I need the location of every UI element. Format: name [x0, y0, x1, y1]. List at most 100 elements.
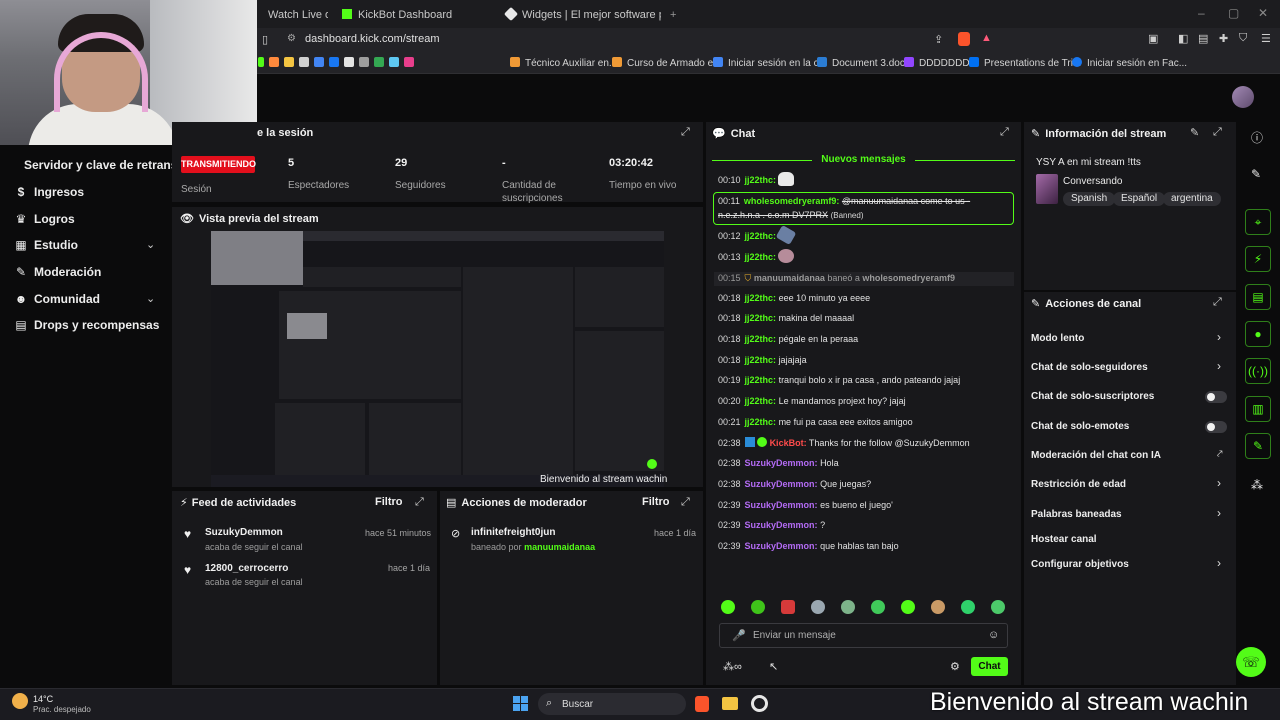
- taskbar-search[interactable]: [538, 693, 686, 715]
- tab-widgets[interactable]: Widgets | El mejor software para pot: [496, 4, 661, 26]
- toggle-solo-emotes[interactable]: [1205, 421, 1227, 433]
- tag-chip[interactable]: argentina: [1163, 192, 1221, 206]
- help-icon[interactable]: ☏: [1236, 647, 1266, 677]
- tab-kickbot-dashboard[interactable]: KickBot Dashboard: [332, 4, 492, 26]
- expand-icon[interactable]: ⤢: [681, 496, 690, 509]
- rail-button-panel-icon[interactable]: ▥: [1245, 396, 1271, 422]
- chat-settings-icon[interactable]: ⚙: [950, 660, 960, 673]
- emoji-icon[interactable]: ☺: [988, 629, 999, 641]
- bookmark-3[interactable]: Iniciar sesión en la c...: [713, 57, 827, 69]
- bookmark-4[interactable]: Document 3.docx: [817, 57, 910, 69]
- bookmark-2[interactable]: Curso de Armado e...: [612, 57, 722, 69]
- action-solo-seguidores[interactable]: Chat de solo-seguidores: [1031, 362, 1148, 373]
- bookmark-shortcuts[interactable]: [258, 57, 419, 69]
- chevron-right-icon[interactable]: ›: [1217, 556, 1221, 570]
- sidebar-item-moderacion[interactable]: ✎ Moderación: [14, 265, 101, 279]
- expand-icon[interactable]: ⤢: [415, 496, 424, 509]
- chevron-right-icon[interactable]: ›: [1217, 359, 1221, 373]
- expand-icon[interactable]: ⤢: [681, 126, 690, 139]
- mod-filter-button[interactable]: Filtro: [642, 496, 670, 508]
- chat-message[interactable]: 00:19 jj22thc: tranqui bolo x ir pa casa …: [718, 375, 960, 385]
- action-moderacion-ia[interactable]: Moderación del chat con IA: [1031, 450, 1161, 461]
- users-icon[interactable]: ⁂∞: [723, 660, 742, 673]
- chevron-right-icon[interactable]: ›: [1217, 506, 1221, 520]
- rail-button-wrench-icon[interactable]: ✎: [1245, 433, 1271, 459]
- emote-button[interactable]: [931, 600, 945, 614]
- minimize-icon[interactable]: –: [1198, 6, 1205, 20]
- chat-message[interactable]: 02:39 SuzukyDemmon: ?: [718, 520, 825, 530]
- action-palabras-baneadas[interactable]: Palabras baneadas: [1031, 509, 1122, 520]
- chat-message[interactable]: 02:39 SuzukyDemmon: es bueno el juego': [718, 500, 893, 510]
- action-modo-lento[interactable]: Modo lento: [1031, 333, 1084, 344]
- close-icon[interactable]: ✕: [1258, 6, 1268, 20]
- chat-message[interactable]: 00:18 jj22thc: eee 10 minuto ya eeee: [718, 293, 870, 303]
- tag-chip[interactable]: Spanish: [1063, 192, 1116, 206]
- bookmark-1[interactable]: Técnico Auxiliar en...: [510, 57, 617, 69]
- emote-button[interactable]: [871, 600, 885, 614]
- chevron-right-icon[interactable]: ›: [1217, 476, 1221, 490]
- weather-icon[interactable]: [12, 693, 28, 709]
- bookmark-icon[interactable]: ▯: [262, 33, 268, 46]
- external-link-icon[interactable]: ⤤: [1217, 449, 1223, 460]
- activity-filter-button[interactable]: Filtro: [375, 496, 403, 508]
- emote-button[interactable]: [721, 600, 735, 614]
- emote-button[interactable]: [961, 600, 975, 614]
- brave-shield-icon[interactable]: [958, 32, 970, 46]
- microphone-icon[interactable]: 🎤: [732, 629, 746, 642]
- media-icon[interactable]: ▣: [1148, 32, 1158, 45]
- sidebar-item-drops[interactable]: ▤ Drops y recompensas: [14, 318, 159, 332]
- brave-taskbar-icon[interactable]: [695, 696, 709, 712]
- expand-icon[interactable]: ⤢: [1213, 126, 1222, 139]
- edit-icon[interactable]: ✎: [1190, 126, 1199, 139]
- url-text[interactable]: dashboard.kick.com/stream: [305, 33, 440, 45]
- chat-message[interactable]: 00:20 jj22thc: Le mandamos projext hoy? j…: [718, 396, 906, 406]
- emote-button[interactable]: [811, 600, 825, 614]
- chat-send-button[interactable]: Chat: [971, 657, 1008, 676]
- chat-message[interactable]: 00:18 jj22thc: pégale en la peraaa: [718, 334, 858, 344]
- emote-button[interactable]: [991, 600, 1005, 614]
- sidebar-item-logros[interactable]: ♛ Logros: [14, 212, 75, 226]
- menu-icon[interactable]: ☰: [1261, 32, 1271, 45]
- wallet-icon[interactable]: ▤: [1198, 32, 1208, 45]
- chat-input[interactable]: 🎤 Enviar un mensaje ☺: [719, 623, 1008, 648]
- chat-message[interactable]: 00:12 jj22thc:: [718, 224, 797, 246]
- new-tab-button[interactable]: +: [660, 4, 680, 26]
- tab-watch-live[interactable]: Watch Live on: [258, 4, 328, 26]
- obs-taskbar-icon[interactable]: [751, 695, 768, 712]
- action-restriccion-edad[interactable]: Restricción de edad: [1031, 479, 1126, 490]
- stream-preview[interactable]: [211, 231, 664, 487]
- action-solo-suscriptores[interactable]: Chat de solo-suscriptores: [1031, 391, 1154, 402]
- emote-button[interactable]: [751, 600, 765, 614]
- chat-message[interactable]: 00:10 jj22thc:: [718, 172, 794, 186]
- chat-message[interactable]: 02:38 KickBot: Thanks for the follow @Su…: [718, 437, 970, 448]
- emote-button[interactable]: [901, 600, 915, 614]
- bookmark-7[interactable]: Iniciar sesión en Fac...: [1072, 57, 1187, 69]
- sidebar-toggle-icon[interactable]: ◧: [1178, 32, 1188, 45]
- expand-icon[interactable]: ⤢: [1213, 296, 1222, 309]
- sidebar-item-estudio[interactable]: ▦ Estudio: [14, 238, 78, 252]
- pencil-icon[interactable]: ✎: [1251, 167, 1261, 181]
- rail-button-capture-icon[interactable]: ⌖: [1245, 209, 1271, 235]
- sidebar-item-ingresos[interactable]: $ Ingresos: [14, 185, 84, 199]
- action-solo-emotes[interactable]: Chat de solo-emotes: [1031, 421, 1129, 432]
- tag-chip[interactable]: Español: [1113, 192, 1166, 206]
- sidebar-item-stream-key[interactable]: Servidor y clave de retransm: [24, 158, 188, 172]
- info-icon[interactable]: ⓘ: [1251, 129, 1263, 146]
- windows-start-icon[interactable]: [513, 696, 529, 712]
- bookmark-5[interactable]: DDDDDDD: [904, 57, 970, 69]
- extensions-icon[interactable]: ✚: [1219, 32, 1228, 45]
- site-settings-icon[interactable]: ⚙: [287, 33, 296, 44]
- bookmark-6[interactable]: Presentations de Tri...: [969, 57, 1081, 69]
- emote-button[interactable]: [841, 600, 855, 614]
- brave-rewards-icon[interactable]: ▲: [981, 32, 992, 44]
- expand-icon[interactable]: ⤢: [1000, 126, 1009, 139]
- chat-message[interactable]: 00:13 jj22thc:: [718, 249, 794, 263]
- toggle-solo-suscriptores[interactable]: [1205, 391, 1227, 403]
- chat-message[interactable]: 02:38 SuzukyDemmon: Hola: [718, 458, 839, 468]
- chat-message[interactable]: 02:38 SuzukyDemmon: Que juegas?: [718, 479, 871, 489]
- chat-message[interactable]: 00:18 jj22thc: jajajaja: [718, 355, 807, 365]
- maximize-icon[interactable]: ▢: [1228, 6, 1239, 20]
- action-hostear-canal[interactable]: Hostear canal: [1031, 534, 1097, 545]
- folder-taskbar-icon[interactable]: [722, 697, 738, 710]
- vpn-icon[interactable]: ⛉: [1239, 32, 1247, 45]
